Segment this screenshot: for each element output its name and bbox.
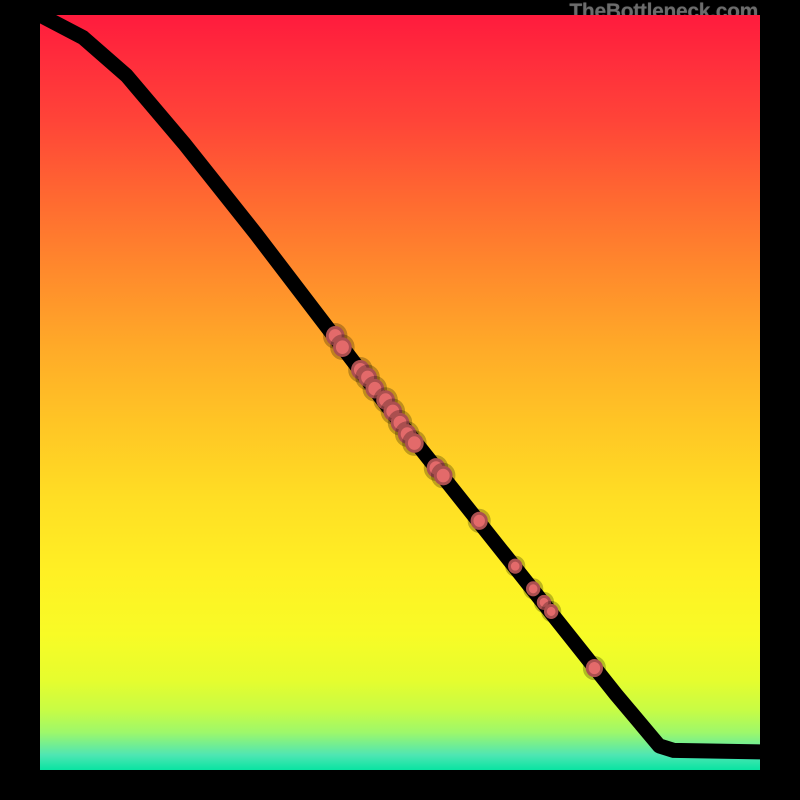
data-point: [405, 433, 424, 453]
data-point: [586, 659, 603, 677]
chart-svg: [40, 15, 760, 770]
data-point: [544, 604, 558, 619]
plot-area: [40, 15, 760, 770]
bottleneck-curve: [40, 15, 760, 752]
data-point: [333, 337, 352, 357]
chart-stage: TheBottleneck.com: [0, 0, 800, 800]
data-point: [434, 466, 453, 486]
data-point: [508, 559, 522, 574]
data-point: [471, 512, 488, 530]
